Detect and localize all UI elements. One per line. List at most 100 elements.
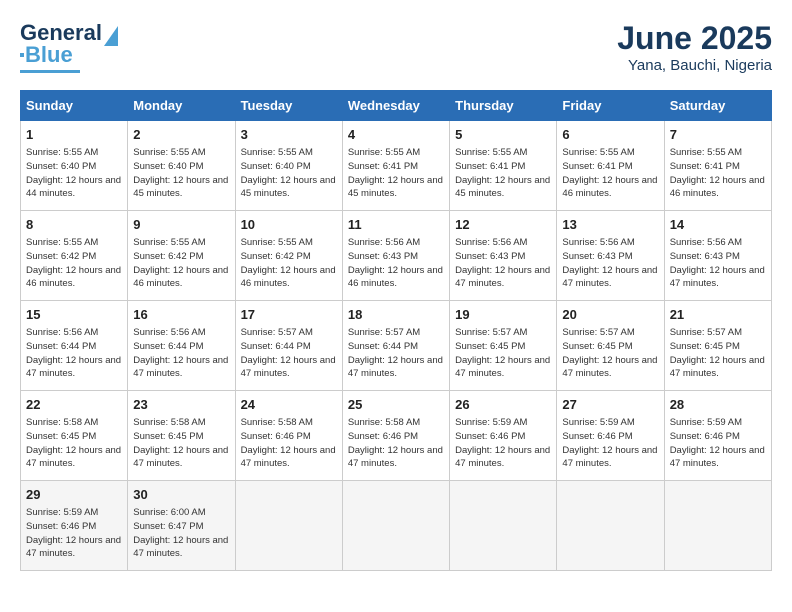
day-info: Sunrise: 5:58 AM Sunset: 6:45 PM Dayligh… [133, 416, 229, 471]
day-number: 18 [348, 306, 444, 324]
calendar-cell: 1Sunrise: 5:55 AM Sunset: 6:40 PM Daylig… [21, 121, 128, 211]
day-info: Sunrise: 5:56 AM Sunset: 6:44 PM Dayligh… [26, 326, 122, 381]
calendar-cell: 30Sunrise: 6:00 AM Sunset: 6:47 PM Dayli… [128, 481, 235, 571]
day-number: 8 [26, 216, 122, 234]
calendar-cell: 23 Sunrise: 5:58 AM Sunset: 6:45 PM Dayli… [128, 391, 235, 481]
day-number: 17 [241, 306, 337, 324]
col-sunday: Sunday [21, 91, 128, 121]
day-info: Sunrise: 5:55 AM Sunset: 6:42 PM Dayligh… [26, 236, 122, 291]
calendar-cell [342, 481, 449, 571]
calendar-cell: 17 Sunrise: 5:57 AM Sunset: 6:44 PM Dayli… [235, 301, 342, 391]
day-info: Sunrise: 5:57 AM Sunset: 6:44 PM Dayligh… [348, 326, 444, 381]
calendar-cell: 26 Sunrise: 5:59 AM Sunset: 6:46 PM Dayli… [450, 391, 557, 481]
calendar-cell [664, 481, 771, 571]
day-number: 11 [348, 216, 444, 234]
day-number: 12 [455, 216, 551, 234]
calendar-table: Sunday Monday Tuesday Wednesday Thursday… [20, 90, 772, 571]
calendar-cell: 18 Sunrise: 5:57 AM Sunset: 6:44 PM Dayli… [342, 301, 449, 391]
day-info: Sunrise: 5:55 AM Sunset: 6:40 PM Dayligh… [133, 146, 229, 201]
calendar-subtitle: Yana, Bauchi, Nigeria [617, 57, 772, 74]
day-info: Sunrise: 5:59 AM Sunset: 6:46 PM Dayligh… [455, 416, 551, 471]
day-number: 28 [670, 396, 766, 414]
day-number: 3 [241, 126, 337, 144]
calendar-cell [557, 481, 664, 571]
day-info: Sunrise: 5:55 AM Sunset: 6:40 PM Dayligh… [241, 146, 337, 201]
day-info: Sunrise: 5:56 AM Sunset: 6:43 PM Dayligh… [455, 236, 551, 291]
calendar-cell: 7Sunrise: 5:55 AM Sunset: 6:41 PM Daylig… [664, 121, 771, 211]
calendar-header-row: Sunday Monday Tuesday Wednesday Thursday… [21, 91, 772, 121]
day-info: Sunrise: 5:57 AM Sunset: 6:45 PM Dayligh… [455, 326, 551, 381]
day-number: 2 [133, 126, 229, 144]
day-number: 15 [26, 306, 122, 324]
day-number: 6 [562, 126, 658, 144]
calendar-cell: 22 Sunrise: 5:58 AM Sunset: 6:45 PM Dayli… [21, 391, 128, 481]
day-info: Sunrise: 5:55 AM Sunset: 6:41 PM Dayligh… [455, 146, 551, 201]
calendar-cell: 25Sunrise: 5:58 AM Sunset: 6:46 PM Dayli… [342, 391, 449, 481]
calendar-cell [235, 481, 342, 571]
day-number: 22 [26, 396, 122, 414]
day-info: Sunrise: 5:56 AM Sunset: 6:43 PM Dayligh… [348, 236, 444, 291]
calendar-cell: 28Sunrise: 5:59 AM Sunset: 6:46 PM Dayli… [664, 391, 771, 481]
day-info: Sunrise: 5:58 AM Sunset: 6:46 PM Dayligh… [241, 416, 337, 471]
day-info: Sunrise: 5:57 AM Sunset: 6:44 PM Dayligh… [241, 326, 337, 381]
calendar-cell: 29 Sunrise: 5:59 AM Sunset: 6:46 PM Dayli… [21, 481, 128, 571]
col-tuesday: Tuesday [235, 91, 342, 121]
calendar-cell: 27Sunrise: 5:59 AM Sunset: 6:46 PM Dayli… [557, 391, 664, 481]
calendar-cell: 24 Sunrise: 5:58 AM Sunset: 6:46 PM Dayli… [235, 391, 342, 481]
day-number: 10 [241, 216, 337, 234]
calendar-cell: 11 Sunrise: 5:56 AM Sunset: 6:43 PM Dayli… [342, 211, 449, 301]
day-number: 13 [562, 216, 658, 234]
calendar-cell: 19 Sunrise: 5:57 AM Sunset: 6:45 PM Dayli… [450, 301, 557, 391]
day-number: 24 [241, 396, 337, 414]
col-monday: Monday [128, 91, 235, 121]
calendar-cell: 3 Sunrise: 5:55 AM Sunset: 6:40 PM Daylig… [235, 121, 342, 211]
col-friday: Friday [557, 91, 664, 121]
calendar-cell: 9 Sunrise: 5:55 AM Sunset: 6:42 PM Daylig… [128, 211, 235, 301]
day-number: 27 [562, 396, 658, 414]
day-number: 20 [562, 306, 658, 324]
day-number: 16 [133, 306, 229, 324]
calendar-cell: 20 Sunrise: 5:57 AM Sunset: 6:45 PM Dayli… [557, 301, 664, 391]
calendar-row-5: 29 Sunrise: 5:59 AM Sunset: 6:46 PM Dayli… [21, 481, 772, 571]
day-info: Sunrise: 5:55 AM Sunset: 6:41 PM Dayligh… [562, 146, 658, 201]
col-thursday: Thursday [450, 91, 557, 121]
calendar-cell: 2 Sunrise: 5:55 AM Sunset: 6:40 PM Daylig… [128, 121, 235, 211]
calendar-cell: 4 Sunrise: 5:55 AM Sunset: 6:41 PM Daylig… [342, 121, 449, 211]
day-number: 1 [26, 126, 122, 144]
calendar-cell: 6 Sunrise: 5:55 AM Sunset: 6:41 PM Daylig… [557, 121, 664, 211]
day-info: Sunrise: 5:55 AM Sunset: 6:41 PM Dayligh… [348, 146, 444, 201]
day-info: Sunrise: 5:57 AM Sunset: 6:45 PM Dayligh… [670, 326, 766, 381]
calendar-cell: 15 Sunrise: 5:56 AM Sunset: 6:44 PM Dayli… [21, 301, 128, 391]
day-number: 25 [348, 396, 444, 414]
day-number: 4 [348, 126, 444, 144]
day-info: Sunrise: 5:55 AM Sunset: 6:42 PM Dayligh… [133, 236, 229, 291]
day-number: 9 [133, 216, 229, 234]
calendar-title: June 2025 [617, 20, 772, 57]
calendar-cell [450, 481, 557, 571]
calendar-cell: 10 Sunrise: 5:55 AM Sunset: 6:42 PM Dayli… [235, 211, 342, 301]
calendar-row-3: 15 Sunrise: 5:56 AM Sunset: 6:44 PM Dayli… [21, 301, 772, 391]
calendar-cell: 13Sunrise: 5:56 AM Sunset: 6:43 PM Dayli… [557, 211, 664, 301]
calendar-row-4: 22 Sunrise: 5:58 AM Sunset: 6:45 PM Dayli… [21, 391, 772, 481]
day-info: Sunrise: 5:56 AM Sunset: 6:43 PM Dayligh… [670, 236, 766, 291]
day-info: Sunrise: 5:59 AM Sunset: 6:46 PM Dayligh… [26, 506, 122, 561]
col-saturday: Saturday [664, 91, 771, 121]
calendar-cell: 14 Sunrise: 5:56 AM Sunset: 6:43 PM Dayli… [664, 211, 771, 301]
day-number: 14 [670, 216, 766, 234]
day-number: 21 [670, 306, 766, 324]
logo: General Blue [20, 20, 118, 73]
calendar-cell: 8 Sunrise: 5:55 AM Sunset: 6:42 PM Daylig… [21, 211, 128, 301]
day-info: Sunrise: 5:55 AM Sunset: 6:42 PM Dayligh… [241, 236, 337, 291]
day-number: 26 [455, 396, 551, 414]
day-info: Sunrise: 5:57 AM Sunset: 6:45 PM Dayligh… [562, 326, 658, 381]
calendar-row-1: 1 Sunrise: 5:55 AM Sunset: 6:40 PM Daylig… [21, 121, 772, 211]
day-number: 29 [26, 486, 122, 504]
day-number: 23 [133, 396, 229, 414]
day-number: 5 [455, 126, 551, 144]
col-wednesday: Wednesday [342, 91, 449, 121]
day-info: Sunrise: 5:58 AM Sunset: 6:45 PM Dayligh… [26, 416, 122, 471]
day-number: 7 [670, 126, 766, 144]
day-number: 19 [455, 306, 551, 324]
calendar-row-2: 8 Sunrise: 5:55 AM Sunset: 6:42 PM Daylig… [21, 211, 772, 301]
day-info: Sunrise: 6:00 AM Sunset: 6:47 PM Dayligh… [133, 506, 229, 561]
